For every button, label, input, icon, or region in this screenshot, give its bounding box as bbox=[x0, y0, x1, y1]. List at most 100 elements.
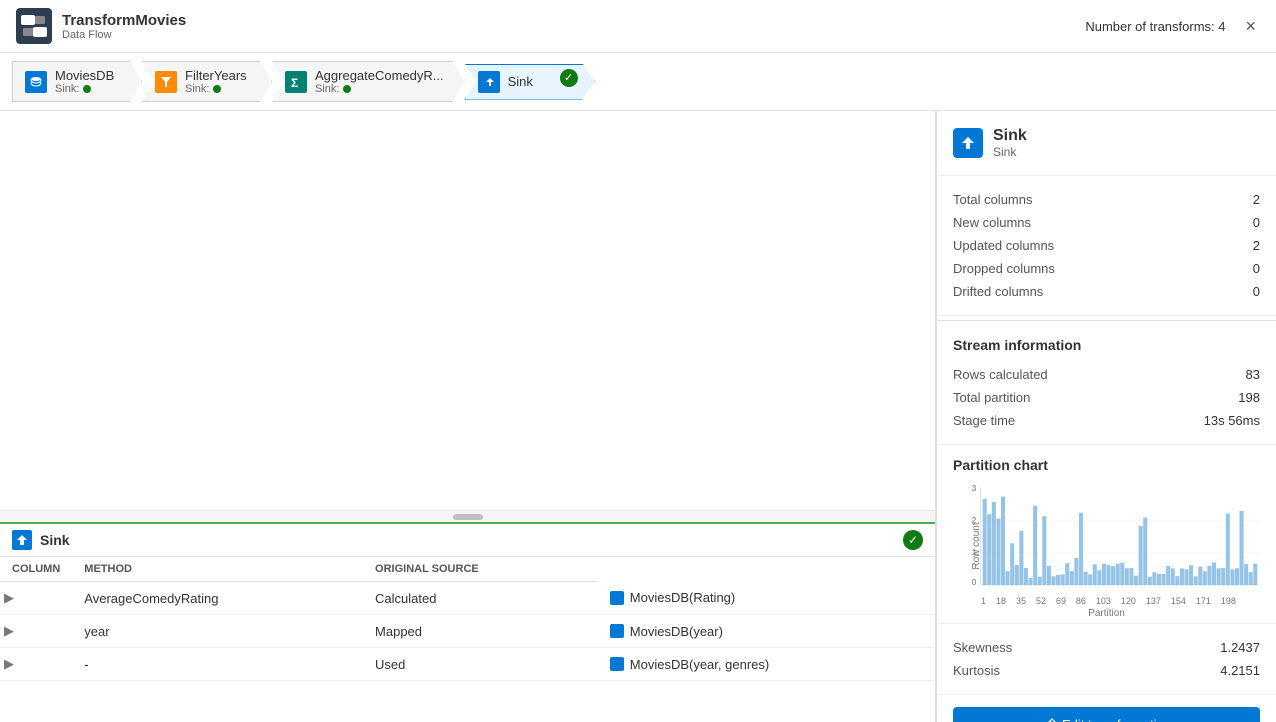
chart-bar bbox=[1143, 517, 1147, 585]
rp-subtitle: Sink bbox=[993, 145, 1027, 159]
stat-value: 0 bbox=[1253, 215, 1260, 230]
pipeline-step-filteryears[interactable]: FilterYears Sink: bbox=[142, 61, 272, 102]
chart-bar bbox=[1111, 566, 1115, 585]
pipeline-step-moviesdb[interactable]: MoviesDB Sink: bbox=[12, 61, 142, 102]
table-row: ▶ AverageComedyRating Calculated MoviesD… bbox=[0, 582, 935, 615]
chart-bar bbox=[1061, 574, 1065, 585]
table-header-method: METHOD bbox=[72, 557, 363, 582]
app-subtitle: Data Flow bbox=[62, 29, 1085, 41]
chart-bar bbox=[1235, 568, 1239, 585]
col-expand[interactable]: ▶ bbox=[0, 615, 72, 648]
chart-bar bbox=[1015, 565, 1019, 585]
stream-rows: Rows calculated83Total partition198Stage… bbox=[953, 363, 1260, 432]
chart-bar bbox=[1065, 563, 1069, 585]
chart-bar bbox=[992, 502, 996, 585]
sink-step-content: Sink bbox=[508, 74, 533, 89]
chart-bar bbox=[1226, 514, 1230, 585]
close-button[interactable]: × bbox=[1241, 12, 1260, 41]
kurtosis-value: 4.2151 bbox=[1220, 663, 1260, 678]
chart-bar bbox=[1253, 564, 1257, 585]
chart-bar bbox=[1171, 568, 1175, 585]
rp-title: Sink bbox=[993, 127, 1027, 145]
dot-green bbox=[83, 85, 91, 93]
svg-text:Σ: Σ bbox=[291, 76, 298, 89]
edit-transformation-button[interactable]: Edit transformation bbox=[953, 707, 1260, 722]
chart-bar bbox=[1157, 574, 1161, 585]
pipeline-step-aggregatecomedyr[interactable]: Σ AggregateComedyR... Sink: bbox=[272, 61, 465, 102]
moviesdb-step-sub: Sink: bbox=[55, 83, 114, 95]
chart-bar bbox=[1093, 564, 1097, 585]
stream-stat-row: Total partition 198 bbox=[953, 386, 1260, 409]
skewness-value: 1.2437 bbox=[1220, 640, 1260, 655]
col-source: MoviesDB(year) bbox=[598, 615, 935, 648]
chart-bar bbox=[1152, 572, 1156, 585]
chart-bar bbox=[1024, 568, 1028, 585]
bottom-header: Sink ✓ bbox=[0, 524, 935, 557]
skew-kurt: Skewness 1.2437 Kurtosis 4.2151 bbox=[937, 624, 1276, 695]
rp-divider bbox=[937, 320, 1276, 321]
chart-bar bbox=[1194, 576, 1198, 585]
partition-chart-title: Partition chart bbox=[953, 457, 1260, 473]
stream-info-title: Stream information bbox=[953, 337, 1260, 353]
chart-bar bbox=[1212, 562, 1216, 585]
stat-row: New columns0 bbox=[953, 211, 1260, 234]
col-source: MoviesDB(Rating) bbox=[598, 582, 935, 615]
data-table-container: COLUMNMETHODORIGINAL SOURCE ▶ AverageCom… bbox=[0, 557, 935, 681]
chart-bar bbox=[1038, 577, 1042, 585]
stat-value: 2 bbox=[1253, 192, 1260, 207]
chart-bar bbox=[1129, 568, 1133, 585]
chart-bar bbox=[1162, 574, 1166, 585]
chart-x-tick: 18 bbox=[996, 596, 1006, 606]
chart-bar bbox=[1207, 566, 1211, 585]
num-transforms: Number of transforms: 4 bbox=[1085, 19, 1225, 34]
col-method: Used bbox=[363, 648, 598, 681]
stream-label: Total partition bbox=[953, 390, 1030, 405]
kurtosis-row: Kurtosis 4.2151 bbox=[953, 659, 1260, 682]
chart-bar bbox=[987, 514, 991, 585]
rp-titles: Sink Sink bbox=[993, 127, 1027, 159]
aggregatecomedyr-step-sub: Sink: bbox=[315, 83, 444, 95]
chart-bar bbox=[1006, 571, 1010, 585]
col-method: Calculated bbox=[363, 582, 598, 615]
chart-x-tick: 120 bbox=[1121, 596, 1136, 606]
stream-label: Rows calculated bbox=[953, 367, 1048, 382]
chart-bar bbox=[1180, 568, 1184, 585]
svg-text:0: 0 bbox=[972, 578, 977, 587]
bottom-panel-title: Sink bbox=[40, 532, 70, 548]
stream-value: 198 bbox=[1238, 390, 1260, 405]
col-expand[interactable]: ▶ bbox=[0, 582, 72, 615]
data-table: COLUMNMETHODORIGINAL SOURCE ▶ AverageCom… bbox=[0, 557, 935, 681]
app-title: TransformMovies bbox=[62, 12, 1085, 29]
chart-bar bbox=[1001, 497, 1005, 585]
chart-x-tick: 69 bbox=[1056, 596, 1066, 606]
col-expand[interactable]: ▶ bbox=[0, 648, 72, 681]
stat-label: Updated columns bbox=[953, 238, 1054, 253]
chart-bar bbox=[1116, 564, 1120, 585]
chart-bar bbox=[1097, 570, 1101, 585]
sink-step-icon bbox=[478, 71, 500, 93]
chart-bar bbox=[1029, 578, 1033, 585]
moviesdb-step-name: MoviesDB bbox=[55, 68, 114, 83]
moviesdb-step-icon bbox=[25, 71, 47, 93]
sink-step-name: Sink bbox=[508, 74, 533, 89]
chart-bar bbox=[1047, 566, 1051, 585]
col-name: year bbox=[72, 615, 363, 648]
stat-row: Updated columns2 bbox=[953, 234, 1260, 257]
scrollbar[interactable] bbox=[0, 510, 935, 522]
col-name: - bbox=[72, 648, 363, 681]
svg-text:3: 3 bbox=[972, 484, 977, 493]
chart-bar bbox=[1120, 563, 1124, 585]
chart-bar bbox=[1079, 513, 1083, 585]
bottom-check-icon: ✓ bbox=[903, 530, 923, 550]
stat-label: Drifted columns bbox=[953, 284, 1043, 299]
filteryears-step-sub: Sink: bbox=[185, 83, 247, 95]
app-logo bbox=[16, 8, 52, 44]
chart-bar bbox=[1084, 572, 1088, 585]
canvas-workspace bbox=[0, 111, 935, 510]
header-right: Number of transforms: 4 × bbox=[1085, 12, 1260, 41]
chart-x-tick: 154 bbox=[1171, 596, 1186, 606]
pipeline-step-sink[interactable]: Sink ✓ bbox=[465, 64, 595, 100]
scroll-thumb[interactable] bbox=[453, 514, 483, 520]
edit-icon bbox=[1042, 718, 1056, 722]
filteryears-step-content: FilterYears Sink: bbox=[185, 68, 247, 95]
